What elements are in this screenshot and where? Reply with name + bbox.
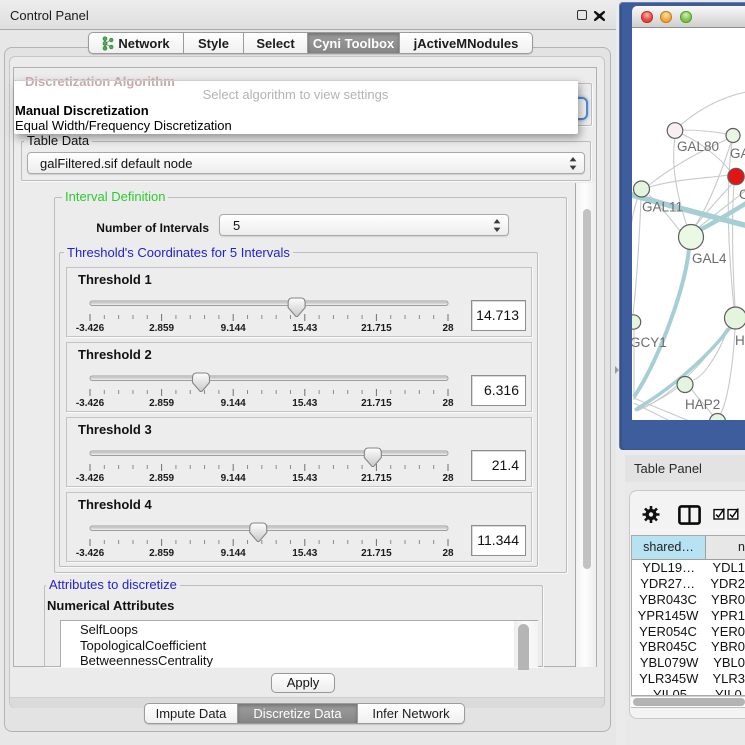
svg-text:15.43: 15.43: [292, 473, 317, 484]
svg-text:2.859: 2.859: [149, 473, 174, 484]
svg-text:C: C: [739, 187, 745, 202]
svg-text:21.715: 21.715: [361, 398, 392, 409]
svg-text:28: 28: [442, 323, 454, 334]
svg-text:9.144: 9.144: [221, 398, 246, 409]
svg-text:GAL80: GAL80: [677, 139, 719, 154]
svg-text:-3.426: -3.426: [76, 323, 105, 334]
svg-text:H: H: [735, 333, 745, 348]
svg-text:-3.426: -3.426: [76, 473, 105, 484]
svg-text:15.43: 15.43: [292, 398, 317, 409]
svg-text:15.43: 15.43: [292, 323, 317, 334]
svg-text:9.144: 9.144: [221, 473, 246, 484]
svg-text:-3.426: -3.426: [76, 548, 105, 559]
svg-text:GA: GA: [730, 146, 745, 161]
svg-text:2.859: 2.859: [149, 323, 174, 334]
svg-text:21.715: 21.715: [361, 473, 392, 484]
svg-text:GAL11: GAL11: [642, 200, 683, 215]
svg-text:HAP2: HAP2: [685, 397, 720, 412]
svg-text:21.715: 21.715: [361, 548, 392, 559]
svg-text:28: 28: [442, 398, 454, 409]
svg-text:2.859: 2.859: [149, 548, 174, 559]
svg-text:9.144: 9.144: [221, 323, 246, 334]
svg-text:28: 28: [442, 473, 454, 484]
svg-text:21.715: 21.715: [361, 323, 392, 334]
svg-text:2.859: 2.859: [149, 398, 174, 409]
svg-text:15.43: 15.43: [292, 548, 317, 559]
svg-text:-3.426: -3.426: [76, 398, 105, 409]
svg-text:28: 28: [442, 548, 454, 559]
svg-text:GCY1: GCY1: [632, 335, 667, 350]
svg-text:GAL4: GAL4: [692, 251, 727, 266]
svg-text:9.144: 9.144: [221, 548, 246, 559]
